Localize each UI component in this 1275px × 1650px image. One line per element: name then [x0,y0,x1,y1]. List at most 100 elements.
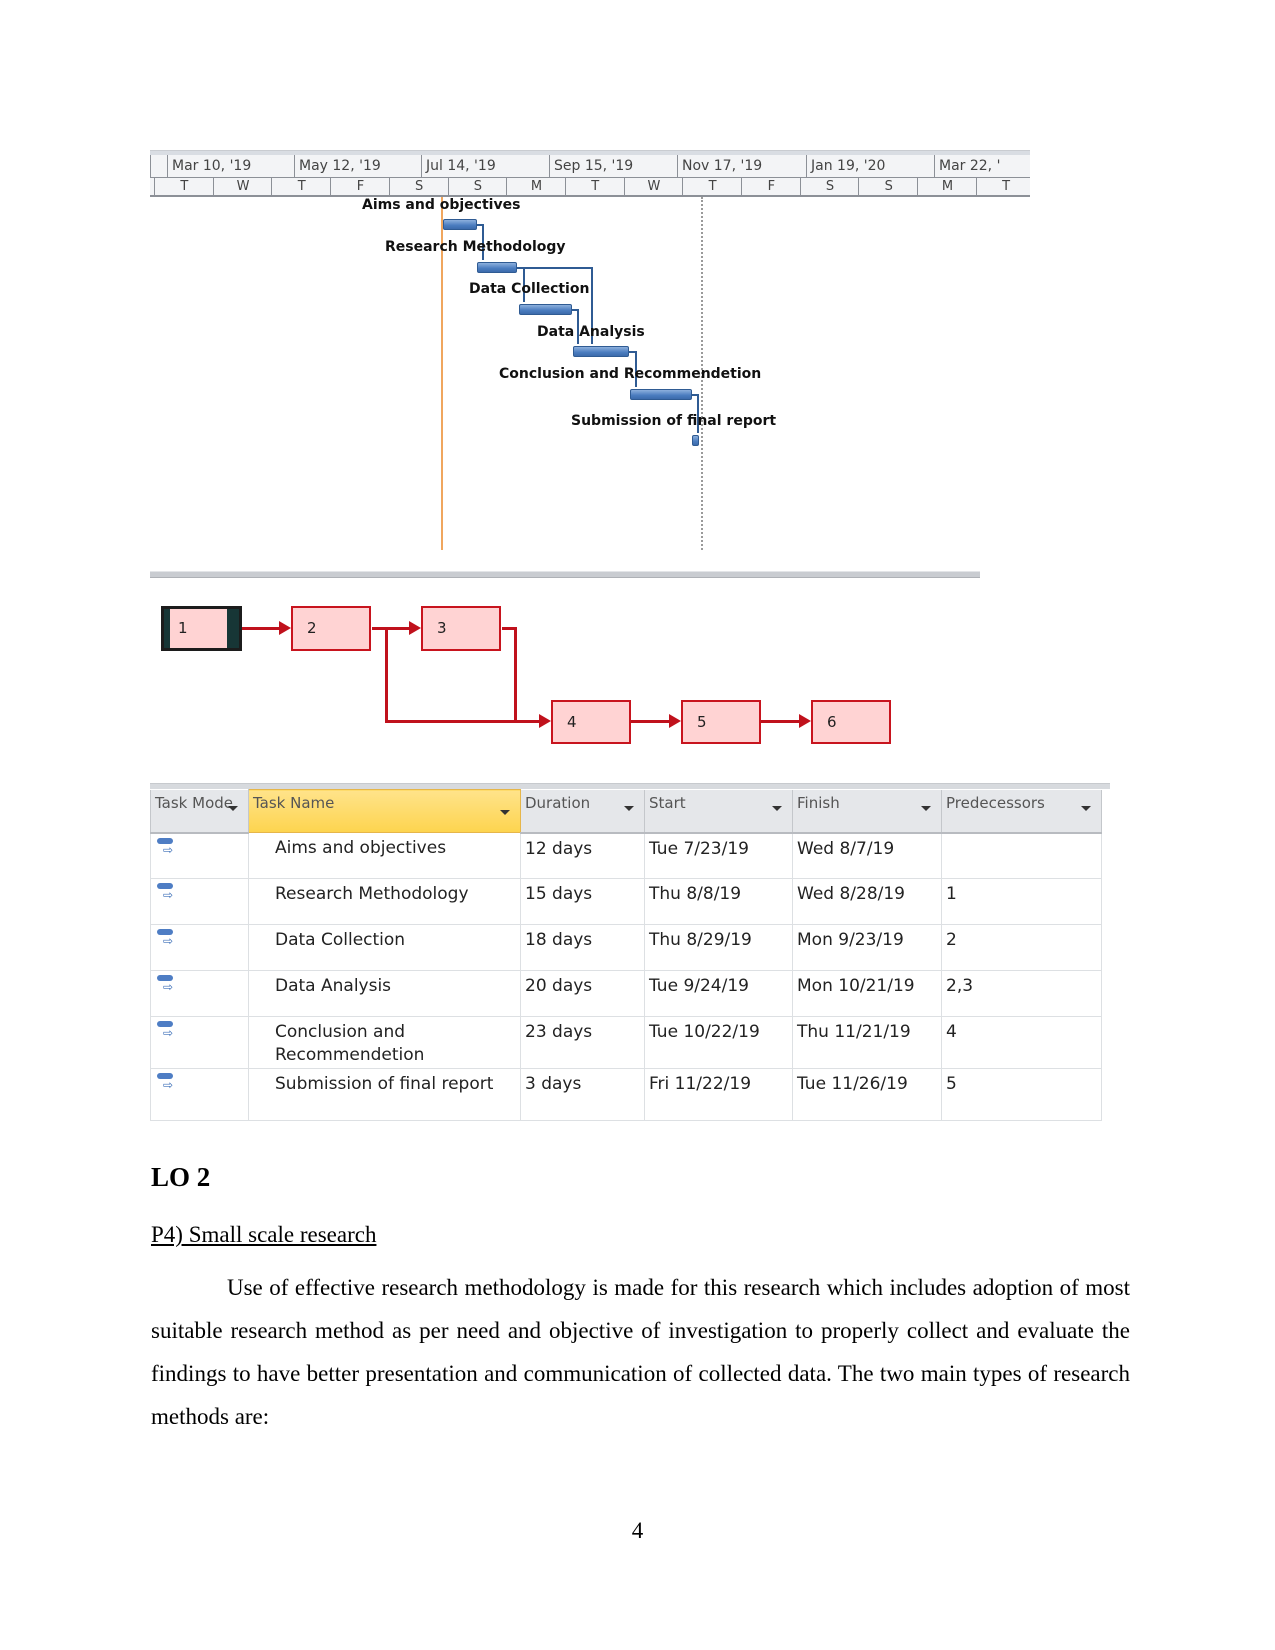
dropdown-arrow-icon[interactable] [921,805,931,811]
network-edge [761,720,801,723]
finish-cell[interactable]: Wed 8/28/19 [792,878,942,925]
table-row[interactable]: ⇨ Research Methodology 15 days Thu 8/8/19 We… [150,878,1102,925]
gantt-label: Data Collection [469,281,590,297]
network-node-2[interactable]: 2 [291,606,371,651]
start-cell[interactable]: Thu 8/29/19 [644,924,793,971]
duration-cell[interactable]: 18 days [520,924,645,971]
network-node-3[interactable]: 3 [421,606,501,651]
timescale-minor-cell: M [506,178,566,195]
table-row[interactable]: ⇨ Submission of final report 3 days Fri 11/… [150,1068,1102,1121]
dropdown-arrow-icon[interactable] [624,805,634,811]
predecessors-cell[interactable]: 5 [941,1068,1102,1121]
network-edge [631,720,671,723]
task-mode-cell[interactable]: ⇨ [150,878,249,925]
col-header-predecessors[interactable]: Predecessors [941,789,1102,834]
gantt-label: Data Analysis [537,324,645,340]
predecessors-cell[interactable]: 4 [941,1016,1102,1069]
gantt-bar-data-analysis[interactable] [573,346,629,357]
finish-cell[interactable]: Wed 8/7/19 [792,832,942,879]
start-cell[interactable]: Tue 7/23/19 [644,832,793,879]
view-splitter[interactable] [150,571,980,578]
task-name-cell[interactable]: Submission of final report [248,1068,521,1121]
timescale-minor-cell: T [682,178,742,195]
task-name-cell[interactable]: Research Methodology [248,878,521,925]
task-name-cell[interactable]: Aims and objectives [248,832,521,879]
table-row[interactable]: ⇨ Conclusion and Recommendetion 23 days Tue… [150,1016,1102,1069]
timescale-minor-cell: W [212,178,273,195]
dropdown-arrow-icon[interactable] [228,805,238,811]
section-heading: LO 2 [151,1162,211,1192]
arrow-icon [279,621,291,635]
auto-scheduled-icon: ⇨ [157,975,179,993]
task-mode-cell[interactable]: ⇨ [150,832,249,879]
timescale-major-cell: Sep 15, '19 [549,155,677,177]
dropdown-arrow-icon[interactable] [500,810,510,815]
col-header-start[interactable]: Start [644,789,793,834]
network-node-5[interactable]: 5 [681,700,761,744]
duration-cell[interactable]: 20 days [520,970,645,1017]
network-edge [385,720,541,723]
task-table: Task Mode Task Name Duration Start Finis… [150,783,1110,1121]
dependency-link [517,267,593,269]
timescale-minor-cell: S [858,178,918,195]
col-header-finish[interactable]: Finish [792,789,942,834]
header-label: Start [649,793,686,812]
predecessors-cell[interactable]: 2 [941,924,1102,971]
task-mode-cell[interactable]: ⇨ [150,970,249,1017]
table-header-row: Task Mode Task Name Duration Start Finis… [150,789,1102,834]
finish-cell[interactable]: Thu 11/21/19 [792,1016,942,1069]
col-header-duration[interactable]: Duration [520,789,645,834]
duration-cell[interactable]: 15 days [520,878,645,925]
header-label: Finish [797,793,840,812]
task-mode-cell[interactable]: ⇨ [150,924,249,971]
task-mode-cell[interactable]: ⇨ [150,1068,249,1121]
timescale-major-cell: Mar 22, ' [934,155,1030,177]
gantt-bar-data-collection[interactable] [519,304,572,315]
gantt-label: Aims and objectives [362,197,521,213]
gantt-bar-aims[interactable] [443,219,477,230]
start-cell[interactable]: Tue 10/22/19 [644,1016,793,1069]
dropdown-arrow-icon[interactable] [772,805,782,811]
start-cell[interactable]: Tue 9/24/19 [644,970,793,1017]
task-mode-cell[interactable]: ⇨ [150,1016,249,1069]
network-node-1[interactable]: 1 [161,606,242,651]
gantt-bar-submission[interactable] [692,435,699,446]
dropdown-arrow-icon[interactable] [1081,805,1091,811]
network-edge [514,627,517,723]
timescale-minor-cell: T [975,178,1036,195]
duration-cell[interactable]: 23 days [520,1016,645,1069]
timescale-major-cell: May 12, '19 [294,155,421,177]
predecessors-cell[interactable]: 2,3 [941,970,1102,1017]
network-node-6[interactable]: 6 [811,700,891,744]
table-row[interactable]: ⇨ Data Collection 18 days Thu 8/29/19 Mon 9/… [150,924,1102,971]
task-name-cell[interactable]: Data Collection [248,924,521,971]
finish-cell[interactable]: Mon 10/21/19 [792,970,942,1017]
arrow-icon [669,714,681,728]
timescale-minor-cell: S [447,178,508,195]
table-row[interactable]: ⇨ Data Analysis 20 days Tue 9/24/19 Mon 10/2… [150,970,1102,1017]
duration-cell[interactable]: 12 days [520,832,645,879]
table-row[interactable]: ⇨ Aims and objectives 12 days Tue 7/23/19 We… [150,832,1102,879]
gantt-bar-research-methodology[interactable] [477,262,517,273]
start-cell[interactable]: Thu 8/8/19 [644,878,793,925]
auto-scheduled-icon: ⇨ [157,1073,179,1091]
gantt-bar-conclusion[interactable] [630,389,692,400]
col-header-task-name[interactable]: Task Name [248,789,521,833]
col-header-task-mode[interactable]: Task Mode [150,789,249,834]
timescale-major-cell: Mar 10, '19 [167,155,294,177]
timescale-major-cell: Jan 19, '20 [806,155,934,177]
auto-scheduled-icon: ⇨ [157,929,179,947]
header-label: Task Mode [155,793,234,812]
predecessors-cell[interactable]: 1 [941,878,1102,925]
timescale-minor-cell: T [564,178,625,195]
gantt-label: Submission of final report [571,413,777,429]
timescale-major-cell: Jul 14, '19 [421,155,549,177]
duration-cell[interactable]: 3 days [520,1068,645,1121]
finish-cell[interactable]: Tue 11/26/19 [792,1068,942,1121]
task-name-cell[interactable]: Conclusion and Recommendetion [248,1016,521,1069]
task-name-cell[interactable]: Data Analysis [248,970,521,1017]
predecessors-cell[interactable] [941,832,1102,879]
finish-cell[interactable]: Mon 9/23/19 [792,924,942,971]
start-cell[interactable]: Fri 11/22/19 [644,1068,793,1121]
network-node-4[interactable]: 4 [551,700,631,744]
